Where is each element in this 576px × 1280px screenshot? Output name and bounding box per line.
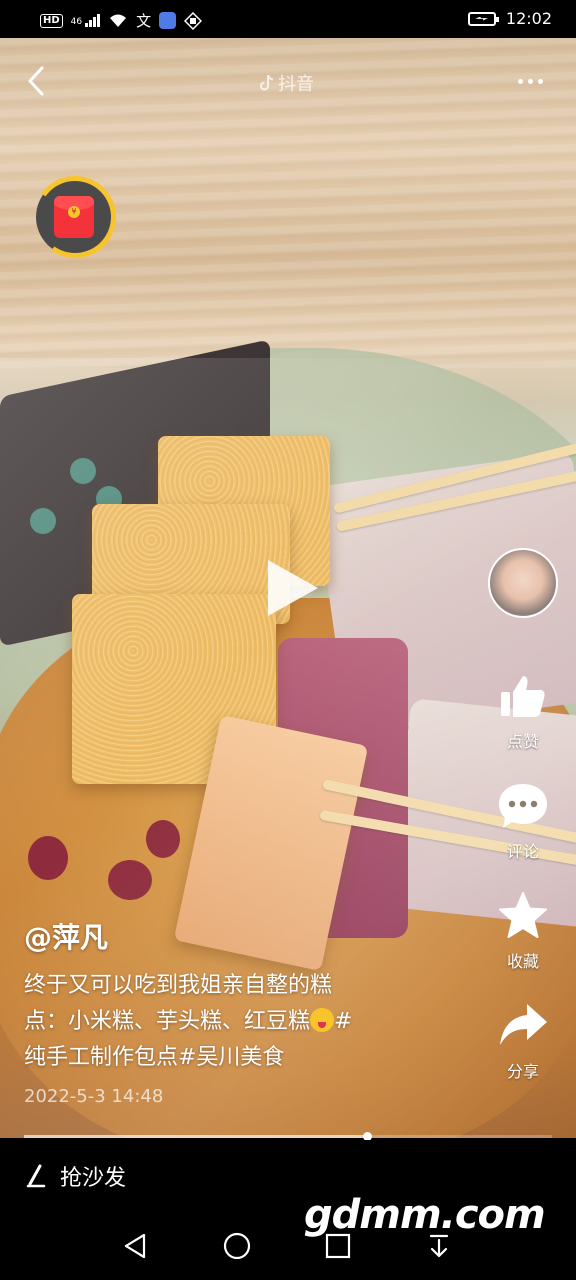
share-arrow-icon xyxy=(500,1004,547,1045)
caption-line: 点：小米糕、芋头糕、红豆糕 # xyxy=(24,1008,353,1034)
favorite-button[interactable]: 收藏 xyxy=(497,890,549,972)
hand-icon xyxy=(184,11,203,30)
signal-4g-icon: 46 xyxy=(71,14,101,27)
douyin-brand: 抖音 xyxy=(259,70,314,96)
star-icon xyxy=(499,892,547,938)
douyin-logo-icon xyxy=(260,74,274,91)
play-icon[interactable] xyxy=(264,558,320,618)
thumbs-up-icon xyxy=(501,676,545,717)
caption-line[interactable]: 纯手工制作包点#吴川美食 xyxy=(24,1040,454,1076)
status-time: 12:02 xyxy=(505,9,552,28)
author-avatar[interactable] xyxy=(488,548,558,618)
status-right: 12:02 xyxy=(467,9,552,28)
nav-back-icon[interactable] xyxy=(120,1230,152,1262)
comment-label: 评论 xyxy=(506,842,539,861)
more-options-icon[interactable] xyxy=(518,72,550,90)
comment-button[interactable]: 评论 xyxy=(497,780,549,862)
post-date: 2022-5-3 14:48 xyxy=(24,1086,164,1107)
video-caption: 终于又可以吃到我姐亲自整的糕 点：小米糕、芋头糕、红豆糕 # 纯手工制作包点#吴川… xyxy=(24,968,454,1076)
status-bar: HD 46 文 12:02 xyxy=(0,0,576,38)
caption-line: 终于又可以吃到我姐亲自整的糕 xyxy=(24,973,333,998)
douyin-brand-label: 抖音 xyxy=(278,74,314,95)
pen-icon xyxy=(26,1164,46,1188)
red-packet-button[interactable]: ¥ xyxy=(27,169,123,265)
comment-icon xyxy=(499,784,547,828)
like-button[interactable]: 点赞 xyxy=(497,670,549,752)
wifi-icon xyxy=(110,14,127,27)
red-envelope-icon: ¥ xyxy=(54,196,94,238)
tongue-emoji-icon xyxy=(310,1008,335,1032)
share-label: 分享 xyxy=(506,1062,539,1081)
author-name[interactable]: @萍凡 xyxy=(24,916,108,956)
hd-icon: HD xyxy=(40,13,63,28)
comment-placeholder[interactable]: 抢沙发 xyxy=(60,1160,126,1192)
translate-icon: 文 xyxy=(136,12,152,30)
like-label: 点赞 xyxy=(506,732,539,751)
back-icon[interactable] xyxy=(26,66,46,96)
screen: HD 46 文 12:02 抖音 ¥ 点赞 评论 收藏 分享 @萍凡 终于又可以… xyxy=(0,0,576,1280)
watermark: gdmm.com xyxy=(304,1192,546,1238)
favorite-label: 收藏 xyxy=(506,952,539,971)
nav-home-icon[interactable] xyxy=(221,1230,253,1262)
battery-charging-icon xyxy=(467,11,499,26)
video-progress-fill xyxy=(24,1135,368,1138)
status-icons: HD 46 文 xyxy=(40,10,203,31)
hashtag[interactable]: # xyxy=(334,1009,352,1034)
app-icon xyxy=(159,12,177,29)
action-rail: 点赞 评论 收藏 分享 xyxy=(478,548,568,1110)
share-button[interactable]: 分享 xyxy=(497,1000,549,1082)
video-progress-bar[interactable] xyxy=(24,1132,552,1141)
